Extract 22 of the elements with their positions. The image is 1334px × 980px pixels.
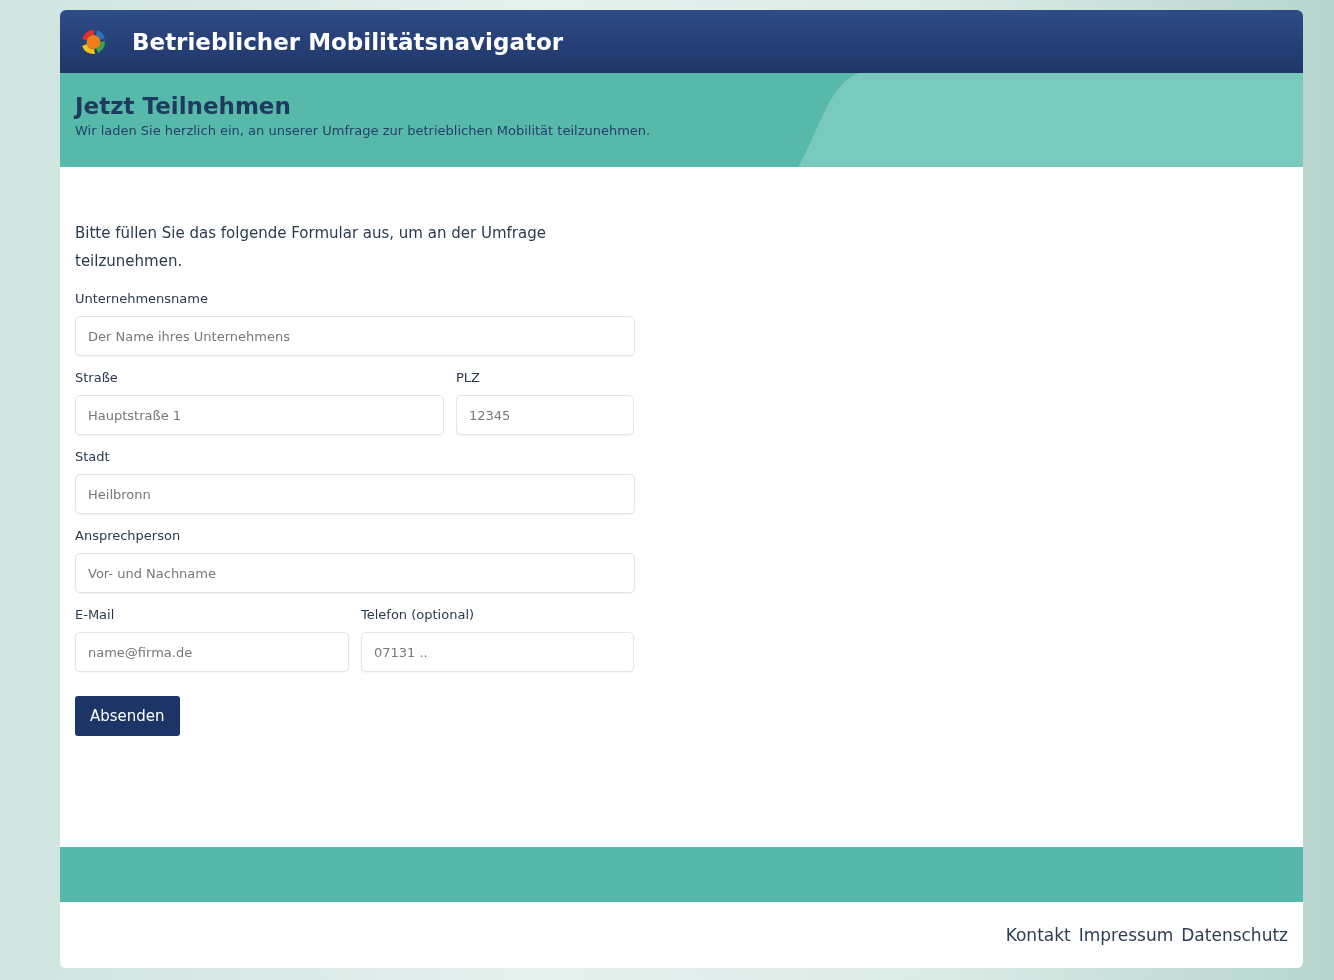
field-label: Ansprechperson <box>75 528 182 543</box>
field-label: E-Mail <box>75 607 116 622</box>
field-label: Stadt <box>75 449 111 464</box>
page-subtitle: Wir laden Sie herzlich ein, an unserer Umfrage zur betrieblichen Mobilität teilzunehmen. <box>75 123 652 138</box>
submit-button[interactable]: Absenden <box>75 696 180 736</box>
input-field[interactable]: Hauptstraße 1 <box>75 395 444 435</box>
page-heading: Jetzt Teilnehmen <box>75 93 292 119</box>
field-label: PLZ <box>456 370 481 385</box>
input-field[interactable]: name@firma.de <box>75 632 349 672</box>
input-field[interactable]: 12345 <box>456 395 634 435</box>
input-field[interactable]: 07131 .. <box>361 632 634 672</box>
intro-text: Bitte füllen Sie das folgende Formular aus, um an der Umfrage teilzunehmen. <box>75 223 547 272</box>
field-label: Straße <box>75 370 119 385</box>
input-field[interactable]: Der Name ihres Unternehmens <box>75 316 635 356</box>
footer-link[interactable]: Impressum <box>1078 925 1174 945</box>
field-label: Telefon (optional) <box>361 607 476 622</box>
footer-link[interactable]: Datenschutz <box>1181 925 1288 945</box>
app-title: Betrieblicher Mobilitätsnavigator <box>132 28 564 55</box>
input-field[interactable]: Heilbronn <box>75 474 635 514</box>
field-label: Unternehmensname <box>75 291 209 306</box>
input-field[interactable]: Vor- und Nachname <box>75 553 635 593</box>
footer-link[interactable]: Kontakt <box>1005 925 1071 945</box>
